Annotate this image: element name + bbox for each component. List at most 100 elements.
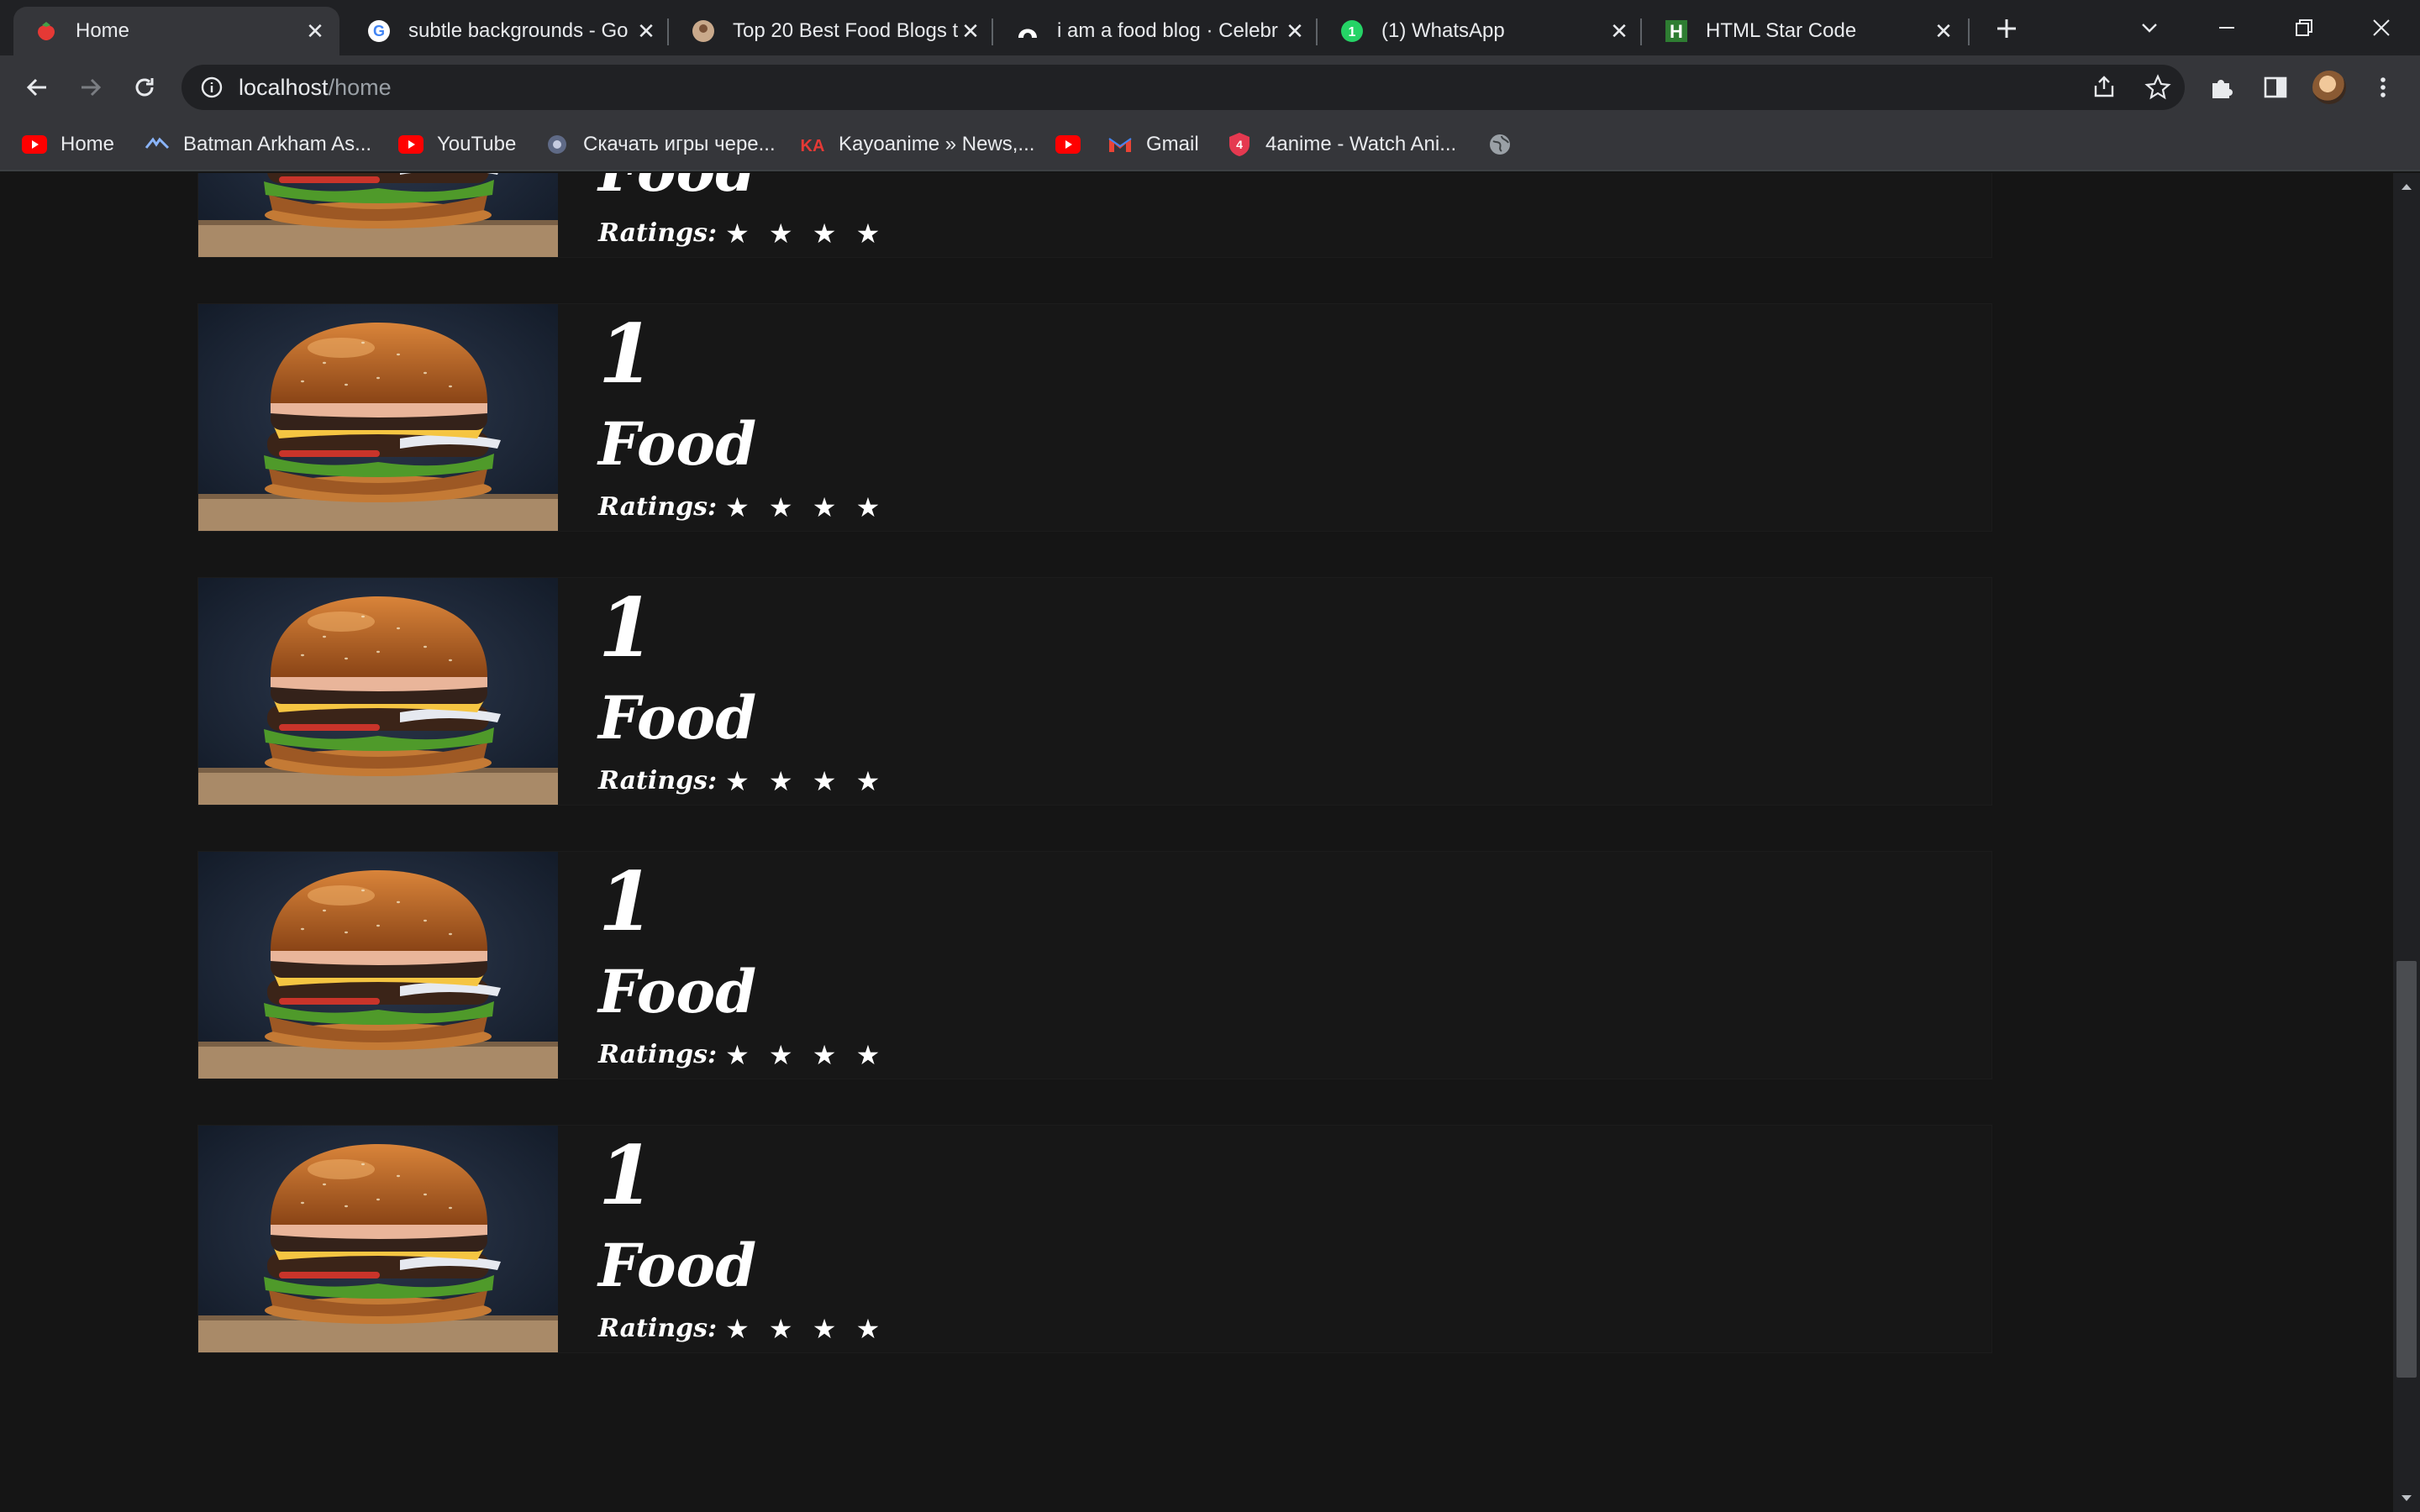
new-tab-button[interactable] — [1990, 12, 2023, 45]
whatsapp-badge: 1 — [1349, 25, 1356, 39]
profile-avatar[interactable] — [2312, 71, 2346, 104]
food-card[interactable]: 1 Food Ratings: ★ ★ ★ ★ — [198, 852, 1991, 1079]
chevron-down-icon — [2142, 24, 2157, 33]
more-vert-icon — [2381, 77, 2386, 97]
rating: Ratings: ★ ★ ★ ★ — [598, 494, 885, 521]
ratings-label: Ratings: — [598, 218, 718, 248]
star-rating-icons: ★ ★ ★ ★ — [725, 1313, 886, 1345]
back-button[interactable] — [18, 69, 55, 106]
ratings-label: Ratings: — [598, 492, 718, 522]
forward-button[interactable] — [72, 69, 109, 106]
side-panel-button[interactable] — [2259, 71, 2292, 104]
tab-search-button[interactable] — [2111, 0, 2188, 55]
strawberry-icon — [34, 18, 59, 44]
browser-toolbar: localhost/home — [0, 55, 2420, 119]
tab-subtle-backgrounds[interactable]: G subtle backgrounds - Go ✕ — [346, 7, 671, 55]
share-icon[interactable] — [2091, 74, 2118, 101]
scrollbar-thumb[interactable] — [2396, 961, 2417, 1378]
bookmark-youtube[interactable]: YouTube — [398, 128, 516, 161]
food-card[interactable]: 1 Food Ratings: ★ ★ ★ ★ — [198, 1126, 1991, 1352]
rating: Ratings: ★ ★ ★ ★ — [598, 1315, 885, 1342]
bookmark-4anime[interactable]: 4 4anime - Watch Ani... — [1227, 128, 1456, 161]
batman-icon — [145, 132, 170, 157]
star-rating-icons: ★ ★ ★ ★ — [725, 1039, 886, 1071]
minimize-button[interactable] — [2188, 0, 2265, 55]
close-icon — [2373, 19, 2390, 36]
item-number: 1 — [598, 854, 655, 949]
bookmark-home[interactable]: Home — [22, 128, 114, 161]
globe-icon — [1487, 132, 1512, 157]
minimize-icon — [2219, 27, 2234, 29]
tab-top-food-blogs[interactable]: Top 20 Best Food Blogs t ✕ — [671, 7, 995, 55]
ratings-label: Ratings: — [598, 1040, 718, 1069]
gmail-icon — [1107, 132, 1133, 157]
close-window-button[interactable] — [2343, 0, 2420, 55]
close-icon[interactable]: ✕ — [1607, 18, 1632, 44]
close-icon[interactable]: ✕ — [1282, 18, 1307, 44]
svg-text:G: G — [373, 23, 385, 39]
bookmark-globe[interactable] — [1487, 128, 1526, 161]
whatsapp-icon: 1 — [1339, 18, 1365, 44]
bookmark-gmail[interactable]: Gmail — [1107, 128, 1199, 161]
burger-image — [198, 578, 558, 805]
close-icon[interactable]: ✕ — [1931, 18, 1956, 44]
svg-text:KA: KA — [801, 137, 825, 155]
tab-home[interactable]: Home ✕ — [13, 7, 339, 55]
ratings-label: Ratings: — [598, 766, 718, 795]
address-bar[interactable]: localhost/home — [182, 65, 2185, 110]
vertical-scrollbar[interactable] — [2393, 173, 2420, 1512]
tab-title: Home — [76, 19, 130, 42]
bookmark-games[interactable]: Скачать игры чере... — [544, 128, 776, 161]
ka-icon: KA — [800, 132, 825, 157]
bookmark-label: Kayoanime » News,... — [839, 133, 1035, 155]
reload-button[interactable] — [126, 69, 163, 106]
bookmark-label: YouTube — [437, 133, 517, 155]
info-icon[interactable] — [200, 76, 224, 99]
tab-html-star-code[interactable]: H HTML Star Code ✕ — [1644, 7, 1968, 55]
star-rating-icons: ★ ★ ★ ★ — [725, 491, 886, 523]
item-name: Food — [598, 683, 757, 753]
menu-button[interactable] — [2366, 71, 2400, 104]
item-name: Food — [598, 1231, 757, 1300]
scroll-up-icon[interactable] — [2400, 181, 2413, 192]
burger-image — [198, 304, 558, 531]
extensions-button[interactable] — [2205, 71, 2238, 104]
food-card[interactable]: 1 Food Ratings: ★ ★ ★ ★ — [198, 304, 1991, 531]
bookmark-label: 4anime - Watch Ani... — [1265, 133, 1457, 155]
tab-title: (1) WhatsApp — [1381, 19, 1505, 42]
scroll-down-icon[interactable] — [2400, 1494, 2413, 1504]
burger-image — [198, 852, 558, 1079]
star-icon[interactable] — [2144, 74, 2171, 101]
h-icon: H — [1664, 18, 1689, 44]
4anime-icon: 4 — [1227, 132, 1252, 157]
item-number: 1 — [598, 580, 655, 675]
bookmark-kayoanime[interactable]: KA Kayoanime » News,... — [800, 128, 1035, 161]
url-path: /home — [328, 74, 392, 100]
puzzle-icon — [2212, 80, 2233, 98]
avatar-icon — [691, 18, 716, 44]
close-icon[interactable]: ✕ — [302, 18, 328, 44]
close-icon[interactable]: ✕ — [958, 18, 983, 44]
youtube-icon — [1055, 132, 1081, 157]
bookmark-batman[interactable]: Batman Arkham As... — [145, 128, 371, 161]
url-host: localhost — [239, 74, 329, 100]
tab-separator — [1968, 18, 1970, 45]
restore-button[interactable] — [2265, 0, 2343, 55]
food-card[interactable]: 1 Food Ratings: ★ ★ ★ ★ — [198, 173, 1991, 257]
tab-strip: Home ✕ G subtle backgrounds - Go ✕ Top 2… — [0, 0, 2420, 55]
arrow-right-icon — [82, 78, 102, 97]
burger-image — [198, 173, 558, 257]
bookmark-label: Gmail — [1146, 133, 1199, 155]
tab-whatsapp[interactable]: 1 (1) WhatsApp ✕ — [1319, 7, 1644, 55]
tab-title: i am a food blog · Celebr — [1057, 19, 1278, 42]
tab-food-blog[interactable]: i am a food blog · Celebr ✕ — [995, 7, 1319, 55]
close-icon[interactable]: ✕ — [634, 18, 659, 44]
youtube-icon — [22, 132, 47, 157]
arrow-left-icon — [26, 78, 46, 97]
tab-separator — [1316, 18, 1318, 45]
restore-icon — [2296, 19, 2312, 36]
food-card[interactable]: 1 Food Ratings: ★ ★ ★ ★ — [198, 578, 1991, 805]
bookmark-label: Скачать игры чере... — [583, 133, 776, 155]
bookmark-youtube-2[interactable] — [1055, 128, 1094, 161]
item-number: 1 — [598, 307, 655, 402]
